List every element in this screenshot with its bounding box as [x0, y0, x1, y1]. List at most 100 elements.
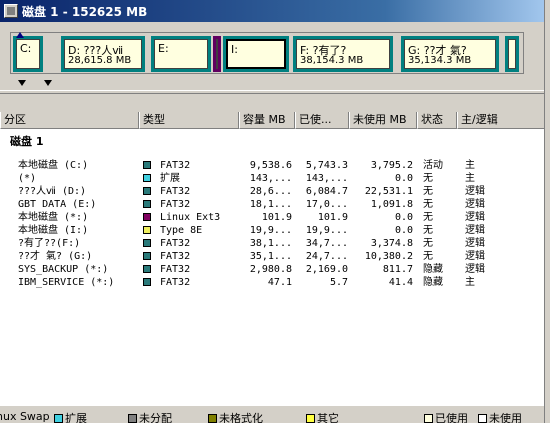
cell-state: 无 [423, 186, 433, 197]
partition-block[interactable]: D: ???人ⅶ 28,615.8 MB [61, 36, 145, 72]
table-row[interactable]: 本地磁盘 (C:) FAT32 9,538.6 5,743.3 3,795.2 活动 主 [0, 159, 550, 172]
cell-free: 1,091.8 [370, 199, 413, 210]
cell-type: 扩展 [160, 173, 180, 184]
partition-block[interactable] [505, 36, 519, 72]
cell-type: FAT32 [160, 199, 191, 210]
cell-free: 22,531.1 [364, 186, 413, 197]
cell-name: (*) [18, 173, 37, 184]
window-title: 磁盘 1 - 152625 MB [22, 5, 148, 19]
cell-name: ?有了??(F:) [18, 238, 81, 249]
partition-color-swatch [143, 239, 151, 247]
cell-role: 逻辑 [465, 225, 485, 236]
cell-used: 2,169.0 [305, 264, 348, 275]
partition-color-swatch [143, 265, 151, 273]
partition-usage [508, 39, 516, 69]
legend-swatch [424, 414, 433, 423]
column-header[interactable]: 未使用 MB [349, 112, 417, 129]
legend-item: 未分配 [128, 410, 172, 423]
column-header[interactable]: 类型 [139, 112, 239, 129]
cell-type: FAT32 [160, 238, 191, 249]
cell-type: FAT32 [160, 186, 191, 197]
active-marker-icon [18, 80, 26, 86]
table-row[interactable]: ???人ⅶ (D:) FAT32 28,6... 6,084.7 22,531.1 无 逻辑 [0, 185, 550, 198]
legend-swatch [54, 414, 63, 423]
partition-color-swatch [143, 278, 151, 286]
cell-type: FAT32 [160, 264, 191, 275]
table-row[interactable]: ?有了??(F:) FAT32 38,1... 34,7... 3,374.8 无 逻辑 [0, 237, 550, 250]
partition-usage: E: [154, 39, 208, 69]
cell-state: 无 [423, 199, 433, 210]
table-row[interactable]: 本地磁盘 (*:) Linux Ext3 101.9 101.9 0.0 无 逻辑 [0, 211, 550, 224]
legend-item: 未格式化 [208, 410, 263, 423]
disk-map: C: D: ???人ⅶ 28,615.8 MB E: I: F: ?有了? 38,154.3… [4, 24, 546, 86]
cell-role: 逻辑 [465, 238, 485, 249]
cell-state: 隐藏 [423, 264, 443, 275]
partition-block[interactable]: C: [13, 36, 43, 72]
cell-used: 6,084.7 [305, 186, 348, 197]
cell-role: 逻辑 [465, 186, 485, 197]
cell-cap: 19,9... [249, 225, 292, 236]
table-row[interactable]: 本地磁盘 (I:) Type 8E 19,9... 19,9... 0.0 无 逻辑 [0, 224, 550, 237]
cell-cap: 35,1... [249, 251, 292, 262]
cell-cap: 9,538.6 [249, 160, 292, 171]
cell-name: 本地磁盘 (I:) [18, 225, 89, 236]
table-row[interactable]: GBT DATA (E:) FAT32 18,1... 17,0... 1,091.8 无… [0, 198, 550, 211]
partition-block[interactable] [213, 36, 221, 72]
cell-state: 无 [423, 225, 433, 236]
partition-list[interactable]: 分区 类型 容量 MB 已使... 未使用 MB 状态 主/逻辑 磁盘 1 本地磁盘 (C:… [0, 112, 550, 406]
cell-cap: 18,1... [249, 199, 292, 210]
legend-label: nux Swap [0, 410, 50, 423]
cell-role: 主 [465, 173, 475, 184]
cell-used: 101.9 [317, 212, 348, 223]
cell-cap: 101.9 [261, 212, 292, 223]
column-header[interactable]: 状态 [417, 112, 457, 129]
cell-name: IBM_SERVICE (*:) [18, 277, 115, 288]
cell-used: 5.7 [329, 277, 348, 288]
cell-name: GBT DATA (E:) [18, 199, 97, 210]
partition-usage: F: ?有了? 38,154.3 MB [296, 39, 390, 69]
cell-name: 本地磁盘 (*:) [18, 212, 89, 223]
legend-item: 扩展 [54, 410, 87, 423]
legend-swatch [478, 414, 487, 423]
cell-free: 41.4 [388, 277, 413, 288]
partition-color-swatch [143, 161, 151, 169]
cell-state: 活动 [423, 160, 443, 171]
table-row[interactable]: (*) 扩展 143,... 143,... 0.0 无 主 [0, 172, 550, 185]
cell-role: 逻辑 [465, 199, 485, 210]
partition-size: 38,154.3 MB [300, 55, 364, 66]
cell-name: ??才 氣? (G:) [18, 251, 93, 262]
cell-state: 无 [423, 212, 433, 223]
partition-block[interactable]: E: [151, 36, 211, 72]
partition-block[interactable]: F: ?有了? 38,154.3 MB [293, 36, 393, 72]
legend-item: nux Swap [0, 410, 50, 423]
list-header: 分区 类型 容量 MB 已使... 未使用 MB 状态 主/逻辑 [0, 112, 550, 129]
cell-type: FAT32 [160, 251, 191, 262]
legend: nux Swap 扩展 未分配 未格式化 其它 已使用 未使用 [0, 408, 550, 423]
partition-color-swatch [143, 200, 151, 208]
partition-usage: G: ??才 氣? 35,134.3 MB [404, 39, 496, 69]
table-row[interactable]: SYS_BACKUP (*:) FAT32 2,980.8 2,169.0 811.7 隐… [0, 263, 550, 276]
cell-used: 143,... [305, 173, 348, 184]
table-row[interactable]: IBM_SERVICE (*:) FAT32 47.1 5.7 41.4 隐藏 主 [0, 276, 550, 289]
cell-used: 24,7... [305, 251, 348, 262]
table-row[interactable]: ??才 氣? (G:) FAT32 35,1... 24,7... 10,380.2 无 逻… [0, 250, 550, 263]
cell-cap: 38,1... [249, 238, 292, 249]
legend-item: 已使用 [424, 410, 468, 423]
column-header[interactable]: 分区 [0, 112, 139, 129]
cell-cap: 28,6... [249, 186, 292, 197]
active-marker-icon [44, 80, 52, 86]
divider [0, 90, 550, 94]
cell-name: 本地磁盘 (C:) [18, 160, 89, 171]
partition-block[interactable]: G: ??才 氣? 35,134.3 MB [401, 36, 499, 72]
column-header[interactable]: 容量 MB [239, 112, 295, 129]
legend-swatch [128, 414, 137, 423]
boot-marker-icon [16, 32, 24, 38]
legend-label: 未格式化 [219, 412, 263, 423]
column-header[interactable]: 已使... [295, 112, 349, 129]
cell-free: 10,380.2 [364, 251, 413, 262]
cell-free: 0.0 [394, 212, 413, 223]
column-header[interactable]: 主/逻辑 [457, 112, 550, 129]
partition-block[interactable]: I: [223, 36, 289, 72]
partition-label: C: [20, 42, 32, 55]
title-bar: 磁盘 1 - 152625 MB [0, 0, 550, 22]
